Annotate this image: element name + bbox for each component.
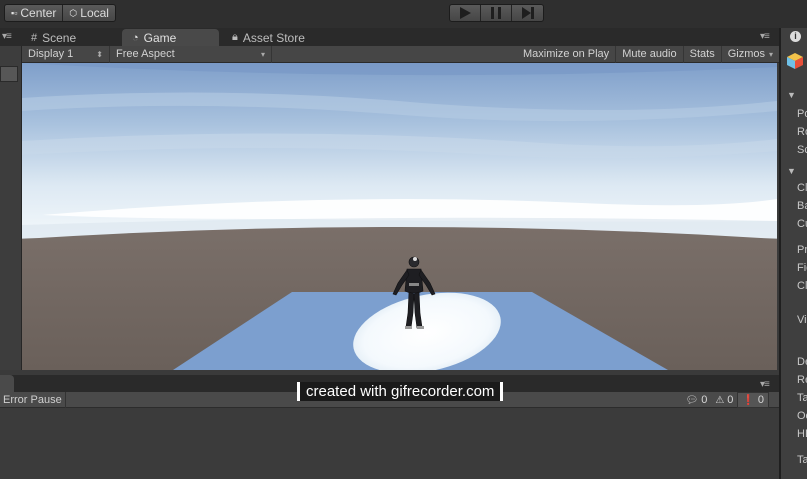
maximize-label: Maximize on Play <box>522 48 610 60</box>
hierarchy-collapsed-panel <box>0 46 22 370</box>
pivot-icon: ▪▫ <box>11 8 18 18</box>
error-pause-toggle[interactable]: Error Pause <box>0 392 66 408</box>
pause-button[interactable] <box>481 5 512 21</box>
tab-scene[interactable]: # Scene <box>21 29 86 46</box>
mute-label: Mute audio <box>622 48 677 60</box>
playback-controls <box>449 4 544 22</box>
inspector-row-label: Ba <box>797 200 807 212</box>
tab-asset-store[interactable]: 🔒︎ Asset Store <box>222 29 315 46</box>
gizmos-dropdown[interactable]: Gizmos ▾ <box>722 46 779 63</box>
tab-asset-store-label: Asset Store <box>242 30 305 45</box>
display-dropdown[interactable]: Display 1 ⬍ <box>22 45 110 63</box>
updown-arrow-icon: ⬍ <box>96 49 103 59</box>
tab-console[interactable] <box>0 375 14 392</box>
inspector-row-label: Vi <box>797 314 807 326</box>
grid-icon: # <box>31 31 38 44</box>
recorder-watermark: created with gifrecorder.com <box>297 382 504 401</box>
inspector-row-label: De <box>797 356 807 368</box>
inspector-row-label: Po <box>797 108 807 120</box>
inspector-row-label: Ro <box>797 126 807 138</box>
warning-count-toggle[interactable]: ⚠ 0 <box>711 392 737 408</box>
gizmos-label: Gizmos <box>727 48 765 60</box>
stats-toggle[interactable]: Stats <box>684 45 722 63</box>
left-panel-menu-icon[interactable]: ▾≡ <box>2 31 12 42</box>
info-icon[interactable]: i <box>790 31 801 42</box>
local-cube-icon: ⬡ <box>69 7 78 18</box>
chevron-down-icon: ▾ <box>260 49 265 59</box>
collapse-triangle-icon[interactable]: ▼ <box>787 90 796 100</box>
play-button[interactable] <box>450 5 481 21</box>
maximize-on-play-toggle[interactable]: Maximize on Play <box>517 45 617 63</box>
error-icon: ❗ <box>742 394 755 406</box>
inspector-row-label: Fie <box>797 262 807 274</box>
inspector-row-label: Re <box>797 374 807 386</box>
pause-icon <box>491 7 501 19</box>
pivot-label: Center <box>20 6 57 20</box>
game-panel-menu-icon[interactable]: ▾≡ <box>760 31 770 42</box>
aspect-label: Free Aspect <box>116 48 175 60</box>
chevron-down-icon: ▾ <box>768 49 773 59</box>
aspect-dropdown[interactable]: Free Aspect ▾ <box>110 45 272 63</box>
error-count-toggle[interactable]: ❗ 0 <box>737 392 769 408</box>
inspector-row-label: Ta <box>797 392 807 404</box>
play-icon <box>460 7 471 19</box>
console-menu-icon[interactable]: ▾≡ <box>760 379 770 390</box>
log-counters: 💬︎ 0 ⚠ 0 ❗ 0 <box>682 392 769 408</box>
inspector-row-label: Cl <box>797 280 807 292</box>
pivot-toggle-group: ▪▫ Center ⬡ Local <box>4 4 116 22</box>
game-scene-render <box>22 63 777 370</box>
hierarchy-collapsed-item[interactable] <box>0 66 18 82</box>
mute-audio-toggle[interactable]: Mute audio <box>616 45 684 63</box>
rotation-label: Local <box>80 6 109 20</box>
game-viewport[interactable] <box>22 63 777 370</box>
info-count-toggle[interactable]: 💬︎ 0 <box>682 392 712 408</box>
lock-icon: 🔒︎ <box>232 31 238 43</box>
warning-count: 0 <box>727 394 734 406</box>
collapse-triangle-icon[interactable]: ▼ <box>787 166 796 176</box>
step-button[interactable] <box>512 5 543 21</box>
main-toolbar: ▪▫ Center ⬡ Local <box>0 0 807 28</box>
inspector-row-label: Oc <box>797 410 807 422</box>
rotation-local-button[interactable]: ⬡ Local <box>63 5 115 21</box>
pivot-center-button[interactable]: ▪▫ Center <box>5 5 64 21</box>
warning-icon: ⚠ <box>715 394 725 406</box>
tab-game[interactable]: ◔ Game <box>122 29 219 46</box>
error-count: 0 <box>757 394 764 406</box>
inspector-row-label: Cu <box>797 218 807 230</box>
tab-game-label: Game <box>143 30 177 45</box>
inspector-row-label: HD <box>797 428 807 440</box>
info-bubble-icon: 💬︎ <box>685 394 699 406</box>
inspector-row-label: Cl <box>797 182 807 194</box>
game-view-controls: Display 1 ⬍ Free Aspect ▾ Maximize on Pl… <box>22 45 779 63</box>
view-tab-bar: ▾≡ # Scene ◔ Game 🔒︎ Asset Store ▾≡ <box>0 28 779 46</box>
pacman-icon: ◔ <box>132 31 139 44</box>
display-label: Display 1 <box>28 48 74 60</box>
inspector-row-label: Pr <box>797 244 807 256</box>
info-count: 0 <box>701 394 708 406</box>
console-log-area[interactable] <box>0 408 779 479</box>
inspector-row-label: Ta <box>797 454 807 466</box>
tab-scene-label: Scene <box>42 30 77 45</box>
watermark-text: created with gifrecorder.com <box>306 383 495 400</box>
stats-label: Stats <box>689 48 715 60</box>
inspector-panel: i ▼ ▼ Po Ro Sc Cl Ba Cu Pr Fie Cl Vi De … <box>779 28 807 479</box>
step-icon <box>521 7 534 19</box>
gameobject-cube-icon <box>787 53 803 69</box>
inspector-row-label: Sc <box>797 144 807 156</box>
error-pause-label: Error Pause <box>3 394 62 406</box>
